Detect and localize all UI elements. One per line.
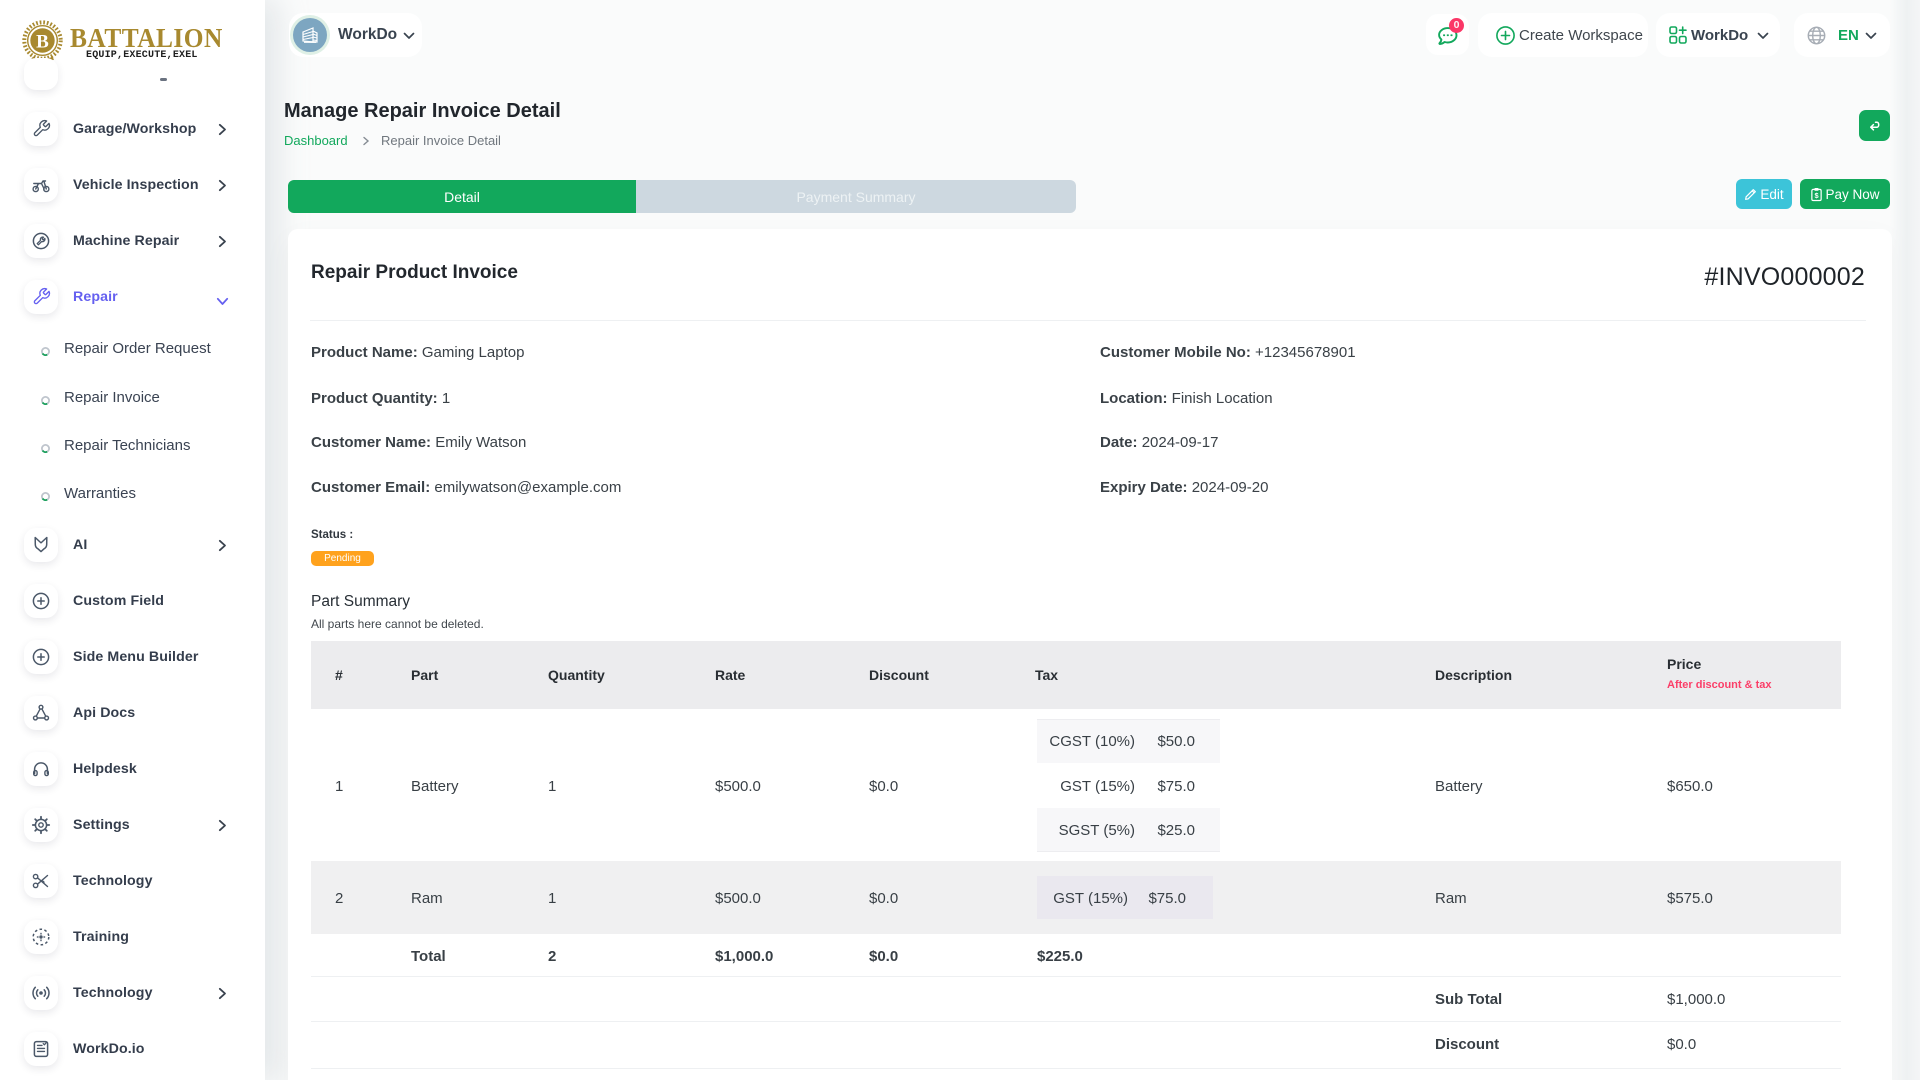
svg-text:$: $ bbox=[1815, 191, 1820, 200]
svg-text:B: B bbox=[36, 32, 49, 53]
